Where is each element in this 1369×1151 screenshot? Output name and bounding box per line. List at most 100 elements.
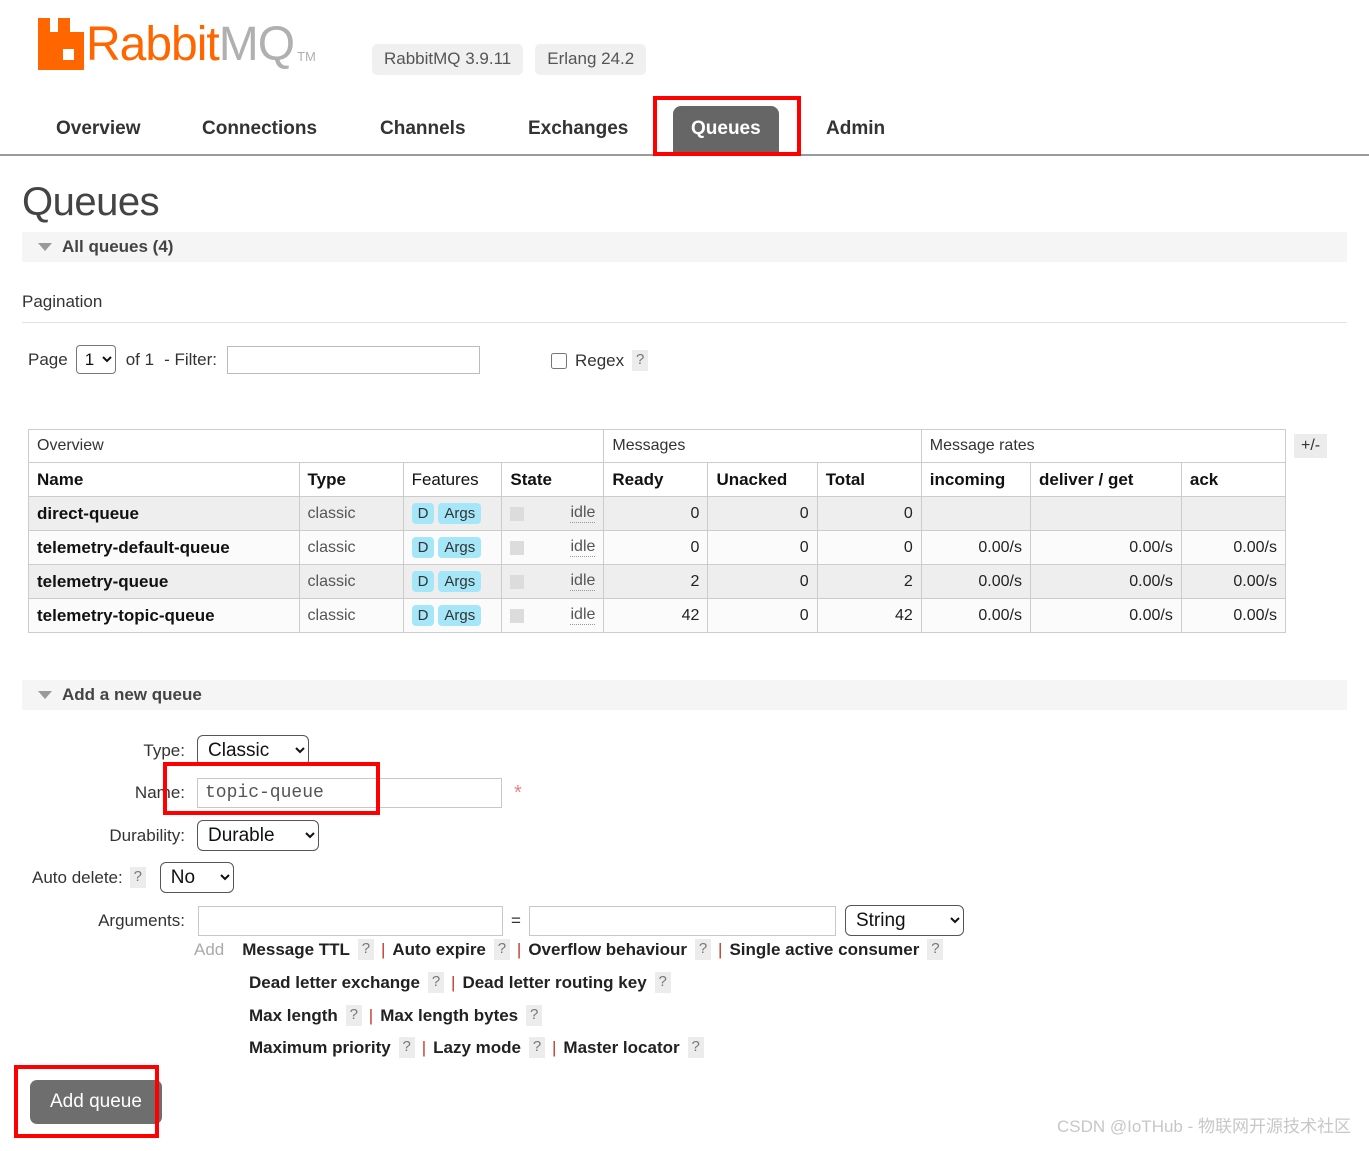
column-header-features: Features [402, 462, 503, 497]
cell-queue-features: D Args [402, 598, 503, 633]
cell-queue-name[interactable]: telemetry-queue [28, 564, 300, 599]
preset-row-4: Maximum priority ? | Lazy mode ? | Maste… [249, 1037, 704, 1058]
cell-queue-state: idle [501, 598, 605, 633]
add-queue-section-header[interactable]: Add a new queue [22, 680, 1347, 710]
queue-name-input[interactable] [197, 778, 502, 808]
preset-master-locator[interactable]: Master locator [563, 1038, 679, 1058]
column-header-state[interactable]: State [501, 462, 605, 497]
table-row: direct-queue classic D Args idle 0 0 0 [28, 496, 1287, 531]
column-header-ack[interactable]: ack [1180, 462, 1287, 497]
single-active-consumer-help-icon[interactable]: ? [927, 939, 944, 960]
table-column-header-row: Name Type Features State Ready Unacked T… [28, 462, 1287, 497]
cell-queue-type: classic [298, 496, 404, 531]
column-header-unacked[interactable]: Unacked [707, 462, 818, 497]
required-marker: * [514, 781, 522, 804]
form-row-auto-delete: Auto delete: ? No [32, 862, 492, 893]
column-header-total[interactable]: Total [816, 462, 922, 497]
argument-type-select[interactable]: String [844, 905, 964, 936]
cell-rate-incoming: 0.00/s [920, 598, 1031, 633]
watermark: CSDN @IoTHub - 物联网开源技术社区 [1056, 1117, 1351, 1136]
feature-badge-durable: D [411, 571, 435, 592]
rabbitmq-logo[interactable]: RabbitMQ TM [38, 18, 316, 70]
master-locator-help-icon[interactable]: ? [687, 1037, 704, 1058]
toggle-columns-button[interactable]: +/- [1294, 434, 1328, 458]
cell-queue-features: D Args [402, 564, 503, 599]
queue-type-select[interactable]: Classic [197, 735, 309, 766]
nav-tab-overview[interactable]: Overview [38, 106, 159, 154]
regex-control-group: Regex ? [551, 350, 649, 371]
cell-messages-ready: 2 [603, 564, 709, 599]
preset-single-active-consumer[interactable]: Single active consumer [729, 940, 919, 960]
feature-badge-args: Args [438, 571, 482, 592]
state-indicator-icon [510, 574, 525, 589]
add-argument-link[interactable]: Add [194, 940, 224, 960]
column-header-deliver-get[interactable]: deliver / get [1029, 462, 1182, 497]
message-ttl-help-icon[interactable]: ? [357, 939, 374, 960]
group-header-overview: Overview [27, 429, 605, 463]
preset-max-length[interactable]: Max length [249, 1006, 338, 1026]
preset-row-1: Add Message TTL ? | Auto expire ? | Over… [194, 939, 944, 960]
cell-queue-name[interactable]: telemetry-topic-queue [28, 598, 300, 633]
nav-tab-admin[interactable]: Admin [808, 106, 903, 154]
cell-queue-features: D Args [402, 496, 503, 531]
overflow-behaviour-help-icon[interactable]: ? [695, 939, 712, 960]
cell-rate-incoming [920, 496, 1031, 531]
preset-max-length-bytes[interactable]: Max length bytes [380, 1006, 518, 1026]
durability-select[interactable]: Durable [197, 820, 319, 851]
page-title: Queues [22, 180, 160, 224]
column-header-ready[interactable]: Ready [603, 462, 709, 497]
preset-message-ttl[interactable]: Message TTL [242, 940, 350, 960]
cell-queue-name[interactable]: direct-queue [28, 496, 300, 531]
cell-messages-unacked: 0 [707, 530, 818, 565]
all-queues-section-header[interactable]: All queues (4) [22, 232, 1347, 262]
preset-maximum-priority[interactable]: Maximum priority [249, 1038, 391, 1058]
add-queue-button[interactable]: Add queue [30, 1080, 162, 1124]
cell-queue-name[interactable]: telemetry-default-queue [28, 530, 300, 565]
filter-input[interactable] [226, 345, 480, 374]
pagination-divider [22, 322, 1347, 323]
preset-dead-letter-routing-key[interactable]: Dead letter routing key [462, 973, 646, 993]
column-header-incoming[interactable]: incoming [920, 462, 1031, 497]
maximum-priority-help-icon[interactable]: ? [398, 1037, 415, 1058]
regex-help-icon[interactable]: ? [632, 350, 649, 371]
nav-tab-channels[interactable]: Channels [362, 106, 484, 154]
auto-delete-select[interactable]: No [159, 862, 234, 893]
state-label: idle [570, 504, 596, 523]
regex-label: Regex [575, 350, 625, 370]
cell-queue-state: idle [501, 496, 605, 531]
preset-overflow-behaviour[interactable]: Overflow behaviour [528, 940, 687, 960]
preset-auto-expire[interactable]: Auto expire [392, 940, 486, 960]
chevron-down-icon [38, 243, 52, 251]
preset-dead-letter-exchange[interactable]: Dead letter exchange [249, 973, 420, 993]
dead-letter-routing-key-help-icon[interactable]: ? [654, 972, 671, 993]
column-header-type[interactable]: Type [298, 462, 404, 497]
cell-rate-ack: 0.00/s [1180, 530, 1287, 565]
separator: | [380, 939, 386, 959]
column-header-name[interactable]: Name [28, 462, 300, 497]
lazy-mode-help-icon[interactable]: ? [528, 1037, 545, 1058]
cell-queue-features: D Args [402, 530, 503, 565]
nav-tab-queues[interactable]: Queues [673, 106, 779, 154]
regex-checkbox[interactable] [551, 352, 567, 369]
page-number-select[interactable]: 1 [75, 345, 116, 374]
table-row: telemetry-default-queue classic D Args id… [28, 530, 1287, 565]
max-length-help-icon[interactable]: ? [345, 1005, 362, 1026]
dead-letter-exchange-help-icon[interactable]: ? [428, 972, 445, 993]
queues-table: Overview Messages Message rates Name Typ… [27, 429, 1287, 633]
max-length-bytes-help-icon[interactable]: ? [526, 1005, 543, 1026]
argument-value-input[interactable] [528, 905, 836, 936]
cell-messages-ready: 0 [603, 496, 709, 531]
cell-queue-type: classic [298, 564, 404, 599]
nav-tab-exchanges[interactable]: Exchanges [510, 106, 646, 154]
auto-expire-help-icon[interactable]: ? [493, 939, 510, 960]
cell-messages-total: 0 [816, 496, 922, 531]
argument-key-input[interactable] [198, 905, 503, 936]
nav-tab-connections[interactable]: Connections [184, 106, 335, 154]
all-queues-label: All queues (4) [62, 237, 174, 256]
version-badges: RabbitMQ 3.9.11 Erlang 24.2 [372, 44, 647, 75]
state-indicator-icon [510, 608, 525, 623]
cell-rate-ack [1180, 496, 1287, 531]
preset-lazy-mode[interactable]: Lazy mode [433, 1038, 521, 1058]
auto-delete-help-icon[interactable]: ? [129, 867, 146, 888]
separator: | [718, 939, 723, 959]
